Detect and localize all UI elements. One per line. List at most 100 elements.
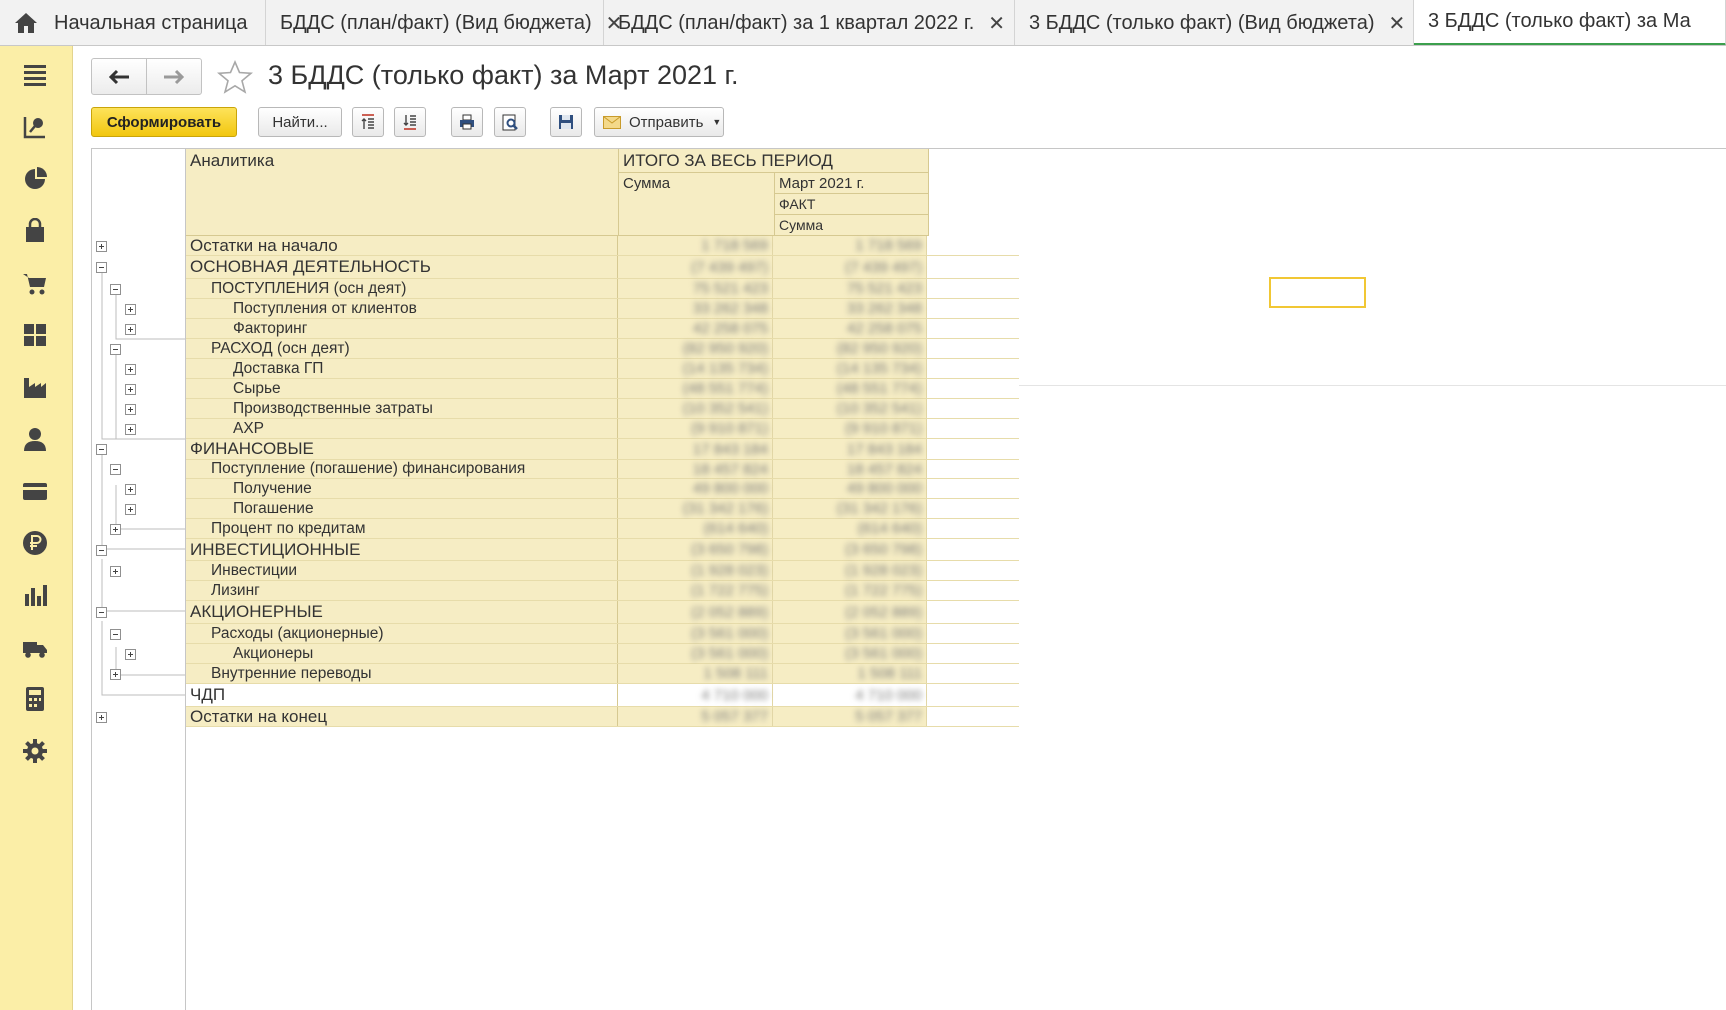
row-period-sum[interactable]: 1 508 111 [773,664,927,683]
row-period-sum[interactable]: (3 650 798) [773,539,927,560]
expand-all-button[interactable] [352,107,384,137]
tab-bdds-plan-fact-q1[interactable]: БДДС (план/факт) за 1 квартал 2022 г. ✕ [604,0,1015,45]
row-period-sum[interactable]: (1 722 775) [773,581,927,600]
row-total-sum[interactable]: 5 057 377 [618,707,773,726]
save-button[interactable] [550,107,582,137]
report-row[interactable]: АХР (9 910 871) (9 910 871) [186,419,1019,439]
report-row[interactable]: Расходы (акционерные) (3 561 000) (3 561 0… [186,624,1019,644]
row-total-sum[interactable]: (7 439 497) [618,256,773,278]
factory-icon[interactable] [22,374,48,400]
row-period-sum[interactable]: 49 800 000 [773,479,927,498]
row-total-sum[interactable]: 17 843 184 [618,439,773,459]
find-button[interactable]: Найти... [258,107,342,137]
report-row[interactable]: Лизинг (1 722 775) (1 722 775) [186,581,1019,601]
close-icon[interactable]: ✕ [988,11,1005,36]
expand-icon[interactable] [125,484,136,495]
report-row[interactable]: РАСХОД (осн деят) (82 950 920) (82 950 920… [186,339,1019,359]
row-period-sum[interactable]: (82 950 920) [773,339,927,358]
row-total-sum[interactable]: 75 521 423 [618,279,773,298]
row-period-sum[interactable]: 33 262 348 [773,299,927,318]
expand-icon[interactable] [96,241,107,252]
row-period-sum[interactable]: (14 135 734) [773,359,927,378]
row-period-sum[interactable]: (31 342 176) [773,499,927,518]
report-row[interactable]: Сырье (48 551 774) (48 551 774) [186,379,1019,399]
row-period-sum[interactable]: 4 710 000 [773,684,927,706]
pie-chart-icon[interactable] [22,166,48,192]
ruble-icon[interactable] [22,530,48,556]
expand-icon[interactable] [110,524,121,535]
generate-button[interactable]: Сформировать [91,107,237,137]
expand-icon[interactable] [96,712,107,723]
report-row[interactable]: Поступления от клиентов 33 262 348 33 262 … [186,299,1019,319]
row-total-sum[interactable]: (48 551 774) [618,379,773,398]
expand-icon[interactable] [125,304,136,315]
row-total-sum[interactable]: (3 561 000) [618,624,773,643]
row-period-sum[interactable]: (48 551 774) [773,379,927,398]
row-period-sum[interactable]: 18 457 824 [773,460,927,478]
expand-icon[interactable] [110,669,121,680]
print-button[interactable] [451,107,483,137]
forward-button[interactable] [146,59,201,94]
tab-bdds-fact-march-active[interactable]: 3 БДДС (только факт) за Ма [1414,0,1726,45]
back-button[interactable] [92,59,146,94]
row-total-sum[interactable]: 49 800 000 [618,479,773,498]
row-total-sum[interactable]: (614 640) [618,519,773,538]
report-row[interactable]: Получение 49 800 000 49 800 000 [186,479,1019,499]
report-row[interactable]: ПОСТУПЛЕНИЯ (осн деят) 75 521 423 75 521 4… [186,279,1019,299]
report-row[interactable]: Производственные затраты (10 352 541) (10 … [186,399,1019,419]
row-total-sum[interactable]: (82 950 920) [618,339,773,358]
close-icon[interactable]: ✕ [1389,11,1406,36]
row-total-sum[interactable]: (14 135 734) [618,359,773,378]
report-row[interactable]: ИНВЕСТИЦИОННЫЕ (3 650 798) (3 650 798) [186,539,1019,561]
row-total-sum[interactable]: (10 352 541) [618,399,773,418]
report-row[interactable]: АКЦИОНЕРНЫЕ (2 052 889) (2 052 889) [186,601,1019,624]
expand-icon[interactable] [110,566,121,577]
collapse-icon[interactable] [110,464,121,475]
card-icon[interactable] [22,478,48,504]
row-period-sum[interactable]: (10 352 541) [773,399,927,418]
report-row[interactable]: Факторинг 42 258 075 42 258 075 [186,319,1019,339]
row-total-sum[interactable]: 18 457 824 [618,460,773,478]
row-total-sum[interactable]: (2 052 889) [618,601,773,623]
expand-icon[interactable] [125,324,136,335]
row-period-sum[interactable]: 17 843 184 [773,439,927,459]
collapse-icon[interactable] [96,444,107,455]
row-period-sum[interactable]: (9 910 871) [773,419,927,438]
person-icon[interactable] [22,426,48,452]
report-row[interactable]: ФИНАНСОВЫЕ 17 843 184 17 843 184 [186,439,1019,460]
row-total-sum[interactable]: 1 508 111 [618,664,773,683]
collapse-icon[interactable] [96,545,107,556]
cart-icon[interactable] [22,270,48,296]
gear-icon[interactable] [22,738,48,764]
row-period-sum[interactable]: 1 718 569 [773,236,927,255]
collapse-icon[interactable] [110,344,121,355]
row-period-sum[interactable]: 5 057 377 [773,707,927,726]
sales-funnel-icon[interactable] [22,114,48,140]
row-period-sum[interactable]: (1 928 023) [773,561,927,580]
expand-icon[interactable] [125,404,136,415]
row-period-sum[interactable]: (3 561 000) [773,624,927,643]
report-row[interactable]: Акционеры (3 561 000) (3 561 000) [186,644,1019,664]
collapse-icon[interactable] [110,629,121,640]
shopping-bag-icon[interactable] [22,218,48,244]
row-period-sum[interactable]: (2 052 889) [773,601,927,623]
row-total-sum[interactable]: 42 258 075 [618,319,773,338]
row-period-sum[interactable]: 75 521 423 [773,279,927,298]
report-row[interactable]: ОСНОВНАЯ ДЕЯТЕЛЬНОСТЬ (7 439 497) (7 439 4… [186,256,1019,279]
row-total-sum[interactable]: 4 710 000 [618,684,773,706]
report-row[interactable]: Внутренние переводы 1 508 111 1 508 111 [186,664,1019,684]
collapse-icon[interactable] [110,284,121,295]
expand-icon[interactable] [125,504,136,515]
collapse-icon[interactable] [96,262,107,273]
report-row[interactable]: Погашение (31 342 176) (31 342 176) [186,499,1019,519]
preview-button[interactable] [494,107,526,137]
report-row[interactable]: ЧДП 4 710 000 4 710 000 [186,684,1019,707]
grid-icon[interactable] [22,322,48,348]
report-row[interactable]: Поступление (погашение) финансирования 18… [186,460,1019,479]
bar-chart-icon[interactable] [22,582,48,608]
row-total-sum[interactable]: 33 262 348 [618,299,773,318]
row-total-sum[interactable]: 1 718 569 [618,236,773,255]
collapse-all-button[interactable] [394,107,426,137]
calculator-icon[interactable] [22,686,48,712]
report-spreadsheet[interactable]: Аналитика ИТОГО ЗА ВЕСЬ ПЕРИОД Сумма Мар… [91,148,1726,1010]
